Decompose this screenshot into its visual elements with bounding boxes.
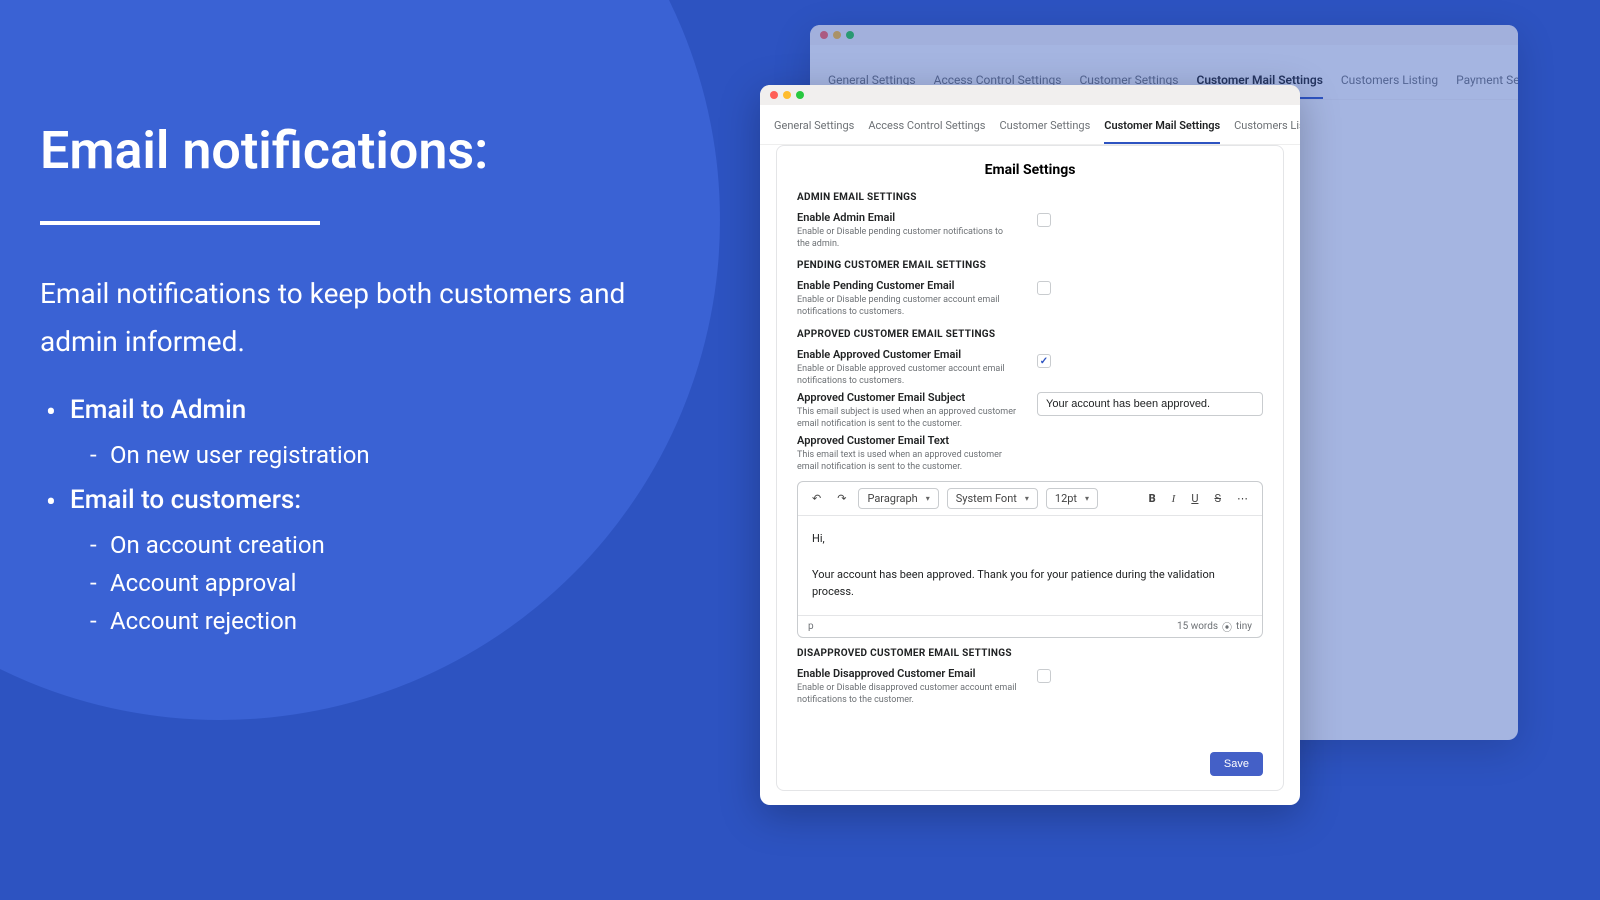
promo-lead: Email notifications to keep both custome…: [40, 270, 660, 365]
italic-icon[interactable]: I: [1168, 491, 1180, 507]
redo-icon[interactable]: ↷: [833, 490, 850, 507]
tab-listing-back[interactable]: Customers Listing: [1341, 73, 1438, 99]
close-dot-icon: [820, 31, 828, 39]
approved-text-label: Approved Customer Email Text: [797, 434, 1017, 447]
disapproved-email-help: Enable or Disable disapproved customer a…: [797, 682, 1017, 706]
close-dot-icon[interactable]: [770, 91, 778, 99]
disapproved-email-checkbox[interactable]: [1037, 669, 1051, 683]
font-size-select[interactable]: 12pt ▾: [1046, 488, 1098, 509]
font-family-value: System Font: [956, 492, 1017, 505]
editor-footer-right: 15 words ⦿ tiny: [1177, 619, 1252, 634]
chevron-down-icon: ▾: [926, 494, 930, 503]
bullet-customers-label: Email to customers:: [70, 485, 301, 515]
editor-body[interactable]: Hi, Your account has been approved. Than…: [798, 516, 1262, 614]
field-approved-enable: Enable Approved Customer Email Enable or…: [797, 348, 1263, 387]
chevron-down-icon: ▾: [1025, 494, 1029, 503]
bullet-customers: Email to customers: On account creation …: [40, 485, 660, 635]
field-disapproved-email: Enable Disapproved Customer Email Enable…: [797, 667, 1263, 706]
minimize-dot-icon: [833, 31, 841, 39]
section-admin-title: ADMIN EMAIL SETTINGS: [797, 192, 1263, 203]
card-title: Email Settings: [797, 162, 1263, 178]
titlebar: [760, 85, 1300, 105]
email-settings-card: Email Settings ADMIN EMAIL SETTINGS Enab…: [776, 145, 1284, 791]
promo-title: Email notifications:: [40, 120, 660, 181]
promo-divider: [40, 221, 320, 225]
admin-email-label: Enable Admin Email: [797, 211, 1017, 224]
approved-text-help: This email text is used when an approved…: [797, 449, 1017, 473]
tab-access[interactable]: Access Control Settings: [868, 119, 985, 144]
maximize-dot-icon[interactable]: [796, 91, 804, 99]
editor-line: Your account has been approved. Thank yo…: [812, 566, 1248, 601]
font-size-value: 12pt: [1055, 492, 1077, 505]
save-button[interactable]: Save: [1210, 752, 1263, 776]
tab-listing[interactable]: Customers Listing: [1234, 119, 1300, 144]
bullet-admin: Email to Admin On new user registration: [40, 395, 660, 469]
titlebar-back: [810, 25, 1518, 45]
promo-copy: Email notifications: Email notifications…: [40, 120, 660, 651]
minimize-dot-icon[interactable]: [783, 91, 791, 99]
pending-email-help: Enable or Disable pending customer accou…: [797, 294, 1017, 318]
field-approved-text: Approved Customer Email Text This email …: [797, 434, 1263, 473]
tab-payment-back[interactable]: Payment Settings: [1456, 73, 1518, 99]
approved-subject-help: This email subject is used when an appro…: [797, 406, 1017, 430]
more-icon[interactable]: ⋯: [1233, 490, 1252, 507]
approved-enable-label: Enable Approved Customer Email: [797, 348, 1017, 361]
editor-path: p: [808, 621, 814, 632]
pending-email-checkbox[interactable]: [1037, 281, 1051, 295]
approved-subject-input[interactable]: [1037, 392, 1263, 416]
chevron-down-icon: ▾: [1085, 494, 1089, 503]
tiny-logo-text: tiny: [1236, 621, 1252, 632]
field-approved-subject: Approved Customer Email Subject This ema…: [797, 391, 1263, 430]
maximize-dot-icon: [846, 31, 854, 39]
sub-approval: Account approval: [70, 569, 660, 597]
editor-line: Hi,: [812, 530, 1248, 548]
settings-window: General Settings Access Control Settings…: [760, 85, 1300, 805]
undo-icon[interactable]: ↶: [808, 490, 825, 507]
sub-registration: On new user registration: [70, 441, 660, 469]
field-admin-email: Enable Admin Email Enable or Disable pen…: [797, 211, 1263, 250]
block-format-value: Paragraph: [867, 492, 917, 505]
admin-email-checkbox[interactable]: [1037, 213, 1051, 227]
section-disapproved-title: DISAPPROVED CUSTOMER EMAIL SETTINGS: [797, 648, 1263, 659]
bold-icon[interactable]: B: [1145, 490, 1160, 507]
tabs-nav: General Settings Access Control Settings…: [760, 105, 1300, 145]
strikethrough-icon[interactable]: S: [1210, 490, 1225, 507]
section-pending-title: PENDING CUSTOMER EMAIL SETTINGS: [797, 260, 1263, 271]
tab-mail[interactable]: Customer Mail Settings: [1104, 119, 1220, 144]
sub-creation: On account creation: [70, 531, 660, 559]
settings-panel: Email Settings ADMIN EMAIL SETTINGS Enab…: [760, 145, 1300, 805]
approved-enable-checkbox[interactable]: [1037, 354, 1051, 368]
sub-rejection: Account rejection: [70, 607, 660, 635]
pending-email-label: Enable Pending Customer Email: [797, 279, 1017, 292]
block-format-select[interactable]: Paragraph ▾: [858, 488, 938, 509]
tiny-logo-icon: ⦿: [1222, 619, 1232, 634]
font-family-select[interactable]: System Font ▾: [947, 488, 1038, 509]
admin-email-help: Enable or Disable pending customer notif…: [797, 226, 1017, 250]
tab-general[interactable]: General Settings: [774, 119, 854, 144]
editor-footer: p 15 words ⦿ tiny: [798, 615, 1262, 637]
field-pending-email: Enable Pending Customer Email Enable or …: [797, 279, 1263, 318]
approved-subject-label: Approved Customer Email Subject: [797, 391, 1017, 404]
approved-enable-help: Enable or Disable approved customer acco…: [797, 363, 1017, 387]
bullet-admin-label: Email to Admin: [70, 395, 246, 425]
editor-wordcount: 15 words: [1177, 621, 1218, 632]
underline-icon[interactable]: U: [1187, 490, 1202, 507]
editor-toolbar: ↶ ↷ Paragraph ▾ System Font ▾ 12pt ▾: [798, 482, 1262, 516]
disapproved-email-label: Enable Disapproved Customer Email: [797, 667, 1017, 680]
tab-customer[interactable]: Customer Settings: [1000, 119, 1091, 144]
section-approved-title: APPROVED CUSTOMER EMAIL SETTINGS: [797, 329, 1263, 340]
rich-text-editor: ↶ ↷ Paragraph ▾ System Font ▾ 12pt ▾: [797, 481, 1263, 637]
